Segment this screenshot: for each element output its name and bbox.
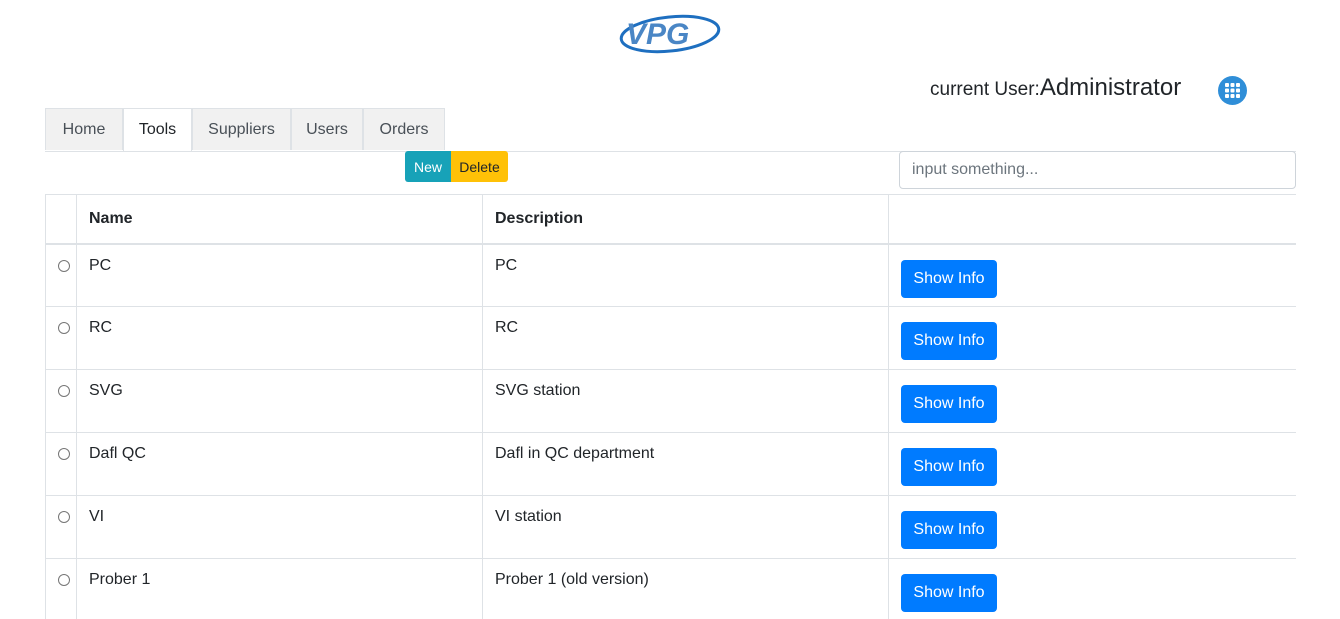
show-info-button[interactable]: Show Info xyxy=(901,322,997,360)
header-name: Name xyxy=(76,194,483,245)
header-select xyxy=(45,194,77,245)
table-row: RC RC Show Info xyxy=(45,306,1296,370)
delete-button[interactable]: Delete xyxy=(451,151,508,182)
table-row: Prober 1 Prober 1 (old version) Show Inf… xyxy=(45,558,1296,619)
tab-users[interactable]: Users xyxy=(291,108,363,150)
row-radio[interactable] xyxy=(58,574,70,586)
tools-table: Name Description PC PC Show Info RC RC S… xyxy=(45,194,1296,619)
show-info-button[interactable]: Show Info xyxy=(901,259,997,298)
row-name: VI xyxy=(76,495,483,559)
current-user-label: current User: xyxy=(930,79,1040,100)
row-description: PC xyxy=(482,243,889,307)
table-row: PC PC Show Info xyxy=(45,243,1296,307)
tab-home[interactable]: Home xyxy=(45,108,123,150)
row-radio[interactable] xyxy=(58,385,70,397)
nav-tabs: Home Tools Suppliers Users Orders xyxy=(45,108,1296,152)
logo-text: VPG xyxy=(626,18,689,51)
header-actions xyxy=(888,194,1296,245)
row-description: VI station xyxy=(482,495,889,559)
row-description: RC xyxy=(482,306,889,370)
row-name: Prober 1 xyxy=(76,558,483,619)
search-input[interactable] xyxy=(899,151,1296,189)
show-info-button[interactable]: Show Info xyxy=(901,574,997,612)
row-radio[interactable] xyxy=(58,448,70,460)
tab-suppliers[interactable]: Suppliers xyxy=(192,108,291,150)
vpg-logo: VPG xyxy=(618,10,724,60)
tools-table-container: Name Description PC PC Show Info RC RC S… xyxy=(45,194,1296,619)
table-row: Dafl QC Dafl in QC department Show Info xyxy=(45,432,1296,496)
show-info-button[interactable]: Show Info xyxy=(901,385,997,423)
table-row: VI VI station Show Info xyxy=(45,495,1296,559)
row-radio[interactable] xyxy=(58,259,70,272)
table-row: SVG SVG station Show Info xyxy=(45,369,1296,433)
row-description: SVG station xyxy=(482,369,889,433)
grid-apps-icon[interactable] xyxy=(1218,76,1247,105)
row-description: Dafl in QC department xyxy=(482,432,889,496)
current-user: current User: Administrator xyxy=(930,74,1181,108)
new-button[interactable]: New xyxy=(405,151,451,182)
show-info-button[interactable]: Show Info xyxy=(901,448,997,486)
tab-tools[interactable]: Tools xyxy=(123,108,192,151)
row-radio[interactable] xyxy=(58,511,70,523)
row-name: PC xyxy=(76,243,483,307)
table-header-row: Name Description xyxy=(45,194,1296,245)
tab-orders[interactable]: Orders xyxy=(363,108,445,150)
row-name: RC xyxy=(76,306,483,370)
row-description: Prober 1 (old version) xyxy=(482,558,889,619)
current-user-name: Administrator xyxy=(1039,74,1182,101)
row-name: Dafl QC xyxy=(76,432,483,496)
show-info-button[interactable]: Show Info xyxy=(901,511,997,549)
row-radio[interactable] xyxy=(58,322,70,334)
row-name: SVG xyxy=(76,369,483,433)
header-description: Description xyxy=(482,194,889,245)
